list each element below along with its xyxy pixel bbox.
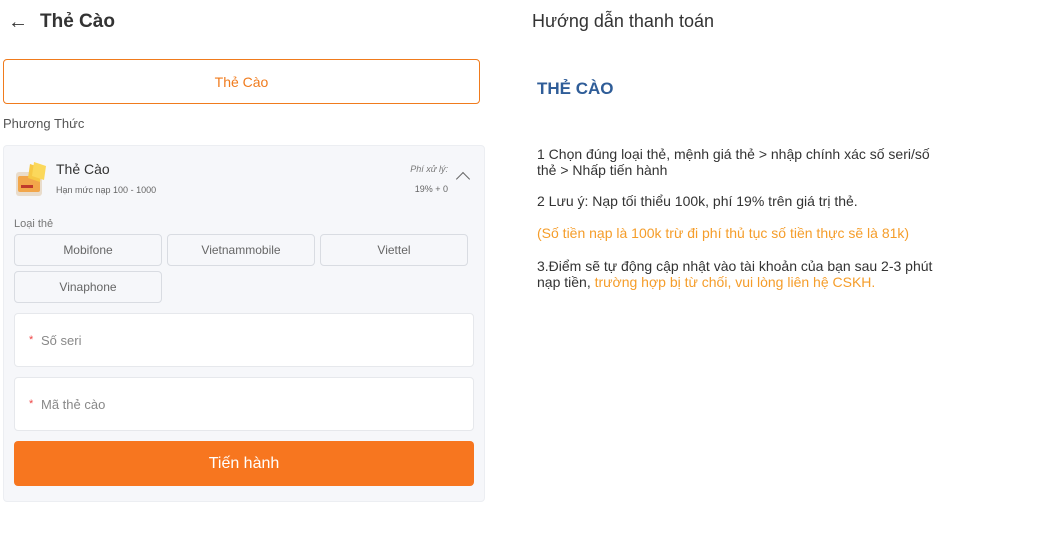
guide-step-1-line-2: thẻ > Nhấp tiến hành [537, 162, 668, 178]
payment-form-panel: ← Thẻ Cào Thẻ Cào Phương Thức Thẻ Cào Hạ… [0, 0, 490, 554]
card-method-limit: Hạn mức nạp 100 - 1000 [56, 185, 157, 195]
serial-input[interactable] [41, 328, 461, 352]
guide-title: Hướng dẫn thanh toán [532, 11, 714, 31]
guide-step-1-line-1: 1 Chọn đúng loại thẻ, mệnh giá thẻ > nhậ… [537, 146, 930, 162]
fee-value: 19% + 0 [414, 184, 448, 194]
guide-note: (Số tiền nạp là 100k trừ đi phí thủ tục … [537, 225, 910, 241]
card-icon [16, 162, 46, 196]
submit-button[interactable]: Tiến hành [14, 441, 474, 486]
guide-step-3-prefix: nạp tiền, [537, 274, 595, 290]
card-code-input[interactable] [41, 392, 461, 416]
fee-label: Phí xử lý: [410, 164, 448, 174]
guide-contact-highlight: trường hợp bị từ chối, vui lòng liên hệ … [594, 274, 876, 290]
chevron-up-icon[interactable] [455, 171, 471, 187]
card-type-viettel[interactable]: Viettel [320, 234, 468, 266]
method-card: Thẻ Cào Hạn mức nạp 100 - 1000 Phí xử lý… [3, 145, 485, 502]
back-arrow-icon[interactable]: ← [8, 12, 32, 32]
guide-step-3-line-1: 3.Điểm sẽ tự động cập nhật vào tài khoản… [537, 258, 933, 274]
card-type-vinaphone[interactable]: Vinaphone [14, 271, 162, 303]
top-bar: ← Thẻ Cào [8, 8, 115, 36]
tab-the-cao[interactable]: Thẻ Cào [3, 59, 480, 104]
card-type-label: Loại thẻ [14, 218, 54, 230]
serial-field: * [14, 313, 474, 367]
required-mark: * [29, 334, 34, 346]
method-label: Phương Thức [3, 116, 85, 131]
guide-step-3-line-2: nạp tiền, trường hợp bị từ chối, vui lòn… [537, 274, 1017, 290]
card-type-vietnammobile[interactable]: Vietnammobile [167, 234, 315, 266]
guide-step-2: 2 Lưu ý: Nạp tối thiểu 100k, phí 19% trê… [537, 193, 858, 209]
required-mark: * [29, 398, 34, 410]
guide-heading: THẺ CÀO [537, 79, 614, 98]
card-method-header[interactable]: Thẻ Cào Hạn mức nạp 100 - 1000 Phí xử lý… [14, 160, 474, 200]
card-code-field: * [14, 377, 474, 431]
card-type-mobifone[interactable]: Mobifone [14, 234, 162, 266]
page-title: Thẻ Cào [40, 11, 115, 32]
card-method-name: Thẻ Cào [56, 161, 110, 177]
